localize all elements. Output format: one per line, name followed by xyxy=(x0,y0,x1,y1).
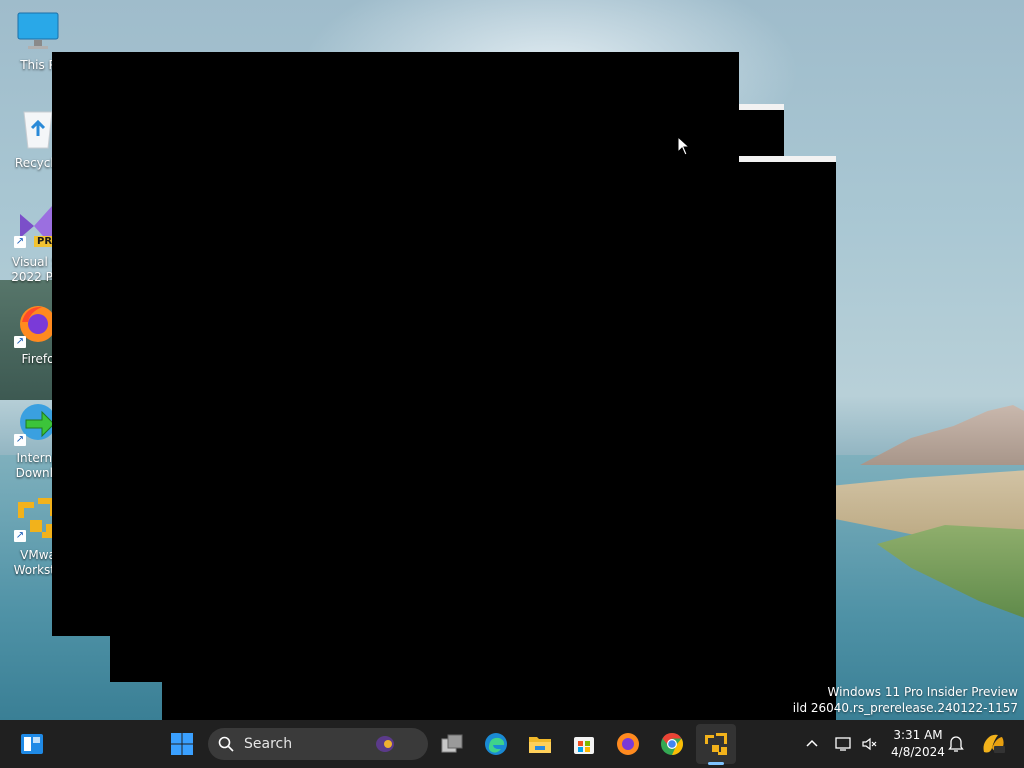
store-icon xyxy=(574,737,594,754)
search-label: Search xyxy=(244,736,293,752)
vmware-icon xyxy=(705,733,727,755)
mouse-cursor-icon xyxy=(677,136,691,156)
taskbar: Search 3:31 AM 4/8/2024 xyxy=(0,720,1024,768)
store-button[interactable] xyxy=(564,724,604,764)
vmware-taskbar-button[interactable] xyxy=(696,724,736,764)
clock-date[interactable]: 4/8/2024 xyxy=(888,745,948,759)
edge-icon xyxy=(485,733,507,755)
start-icon xyxy=(171,733,193,755)
search-icon xyxy=(218,736,234,752)
network-icon[interactable] xyxy=(835,736,851,752)
watermark-line-1: Windows 11 Pro Insider Preview xyxy=(827,685,1018,699)
notification-bell-icon[interactable] xyxy=(948,735,964,753)
black-window-front[interactable] xyxy=(52,52,739,636)
firefox-icon xyxy=(617,733,639,755)
black-window-fragment[interactable] xyxy=(738,110,784,158)
chrome-button[interactable] xyxy=(652,724,692,764)
file-explorer-button[interactable] xyxy=(520,724,560,764)
widgets-button[interactable] xyxy=(12,724,52,764)
monitor-icon xyxy=(17,12,59,49)
start-button[interactable] xyxy=(162,724,202,764)
edge-button[interactable] xyxy=(476,724,516,764)
task-view-button[interactable] xyxy=(432,724,472,764)
widgets-icon xyxy=(21,734,43,754)
windows-watermark: Windows 11 Pro Insider Preview ild 26040… xyxy=(793,684,1018,716)
shortcut-arrow-icon: ↗ xyxy=(14,236,26,248)
watermark-line-2: ild 26040.rs_prerelease.240122-1157 xyxy=(792,701,1018,715)
file-explorer-icon xyxy=(529,737,551,753)
volume-muted-icon[interactable] xyxy=(861,736,877,752)
task-view-icon xyxy=(441,734,463,753)
search-highlight-icon xyxy=(376,736,394,752)
copilot-icon[interactable] xyxy=(980,732,1006,756)
active-app-indicator xyxy=(708,762,724,765)
mountain xyxy=(860,405,1024,465)
firefox-taskbar-button[interactable] xyxy=(608,724,648,764)
shortcut-arrow-icon: ↗ xyxy=(14,336,26,348)
show-hidden-icons-chevron-icon[interactable] xyxy=(805,737,819,751)
clock-time[interactable]: 3:31 AM xyxy=(888,728,948,742)
black-window-fragment[interactable] xyxy=(110,630,163,682)
chrome-icon xyxy=(661,733,683,755)
shortcut-arrow-icon: ↗ xyxy=(14,530,26,542)
shortcut-arrow-icon: ↗ xyxy=(14,434,26,446)
taskbar-search[interactable]: Search xyxy=(208,728,428,760)
